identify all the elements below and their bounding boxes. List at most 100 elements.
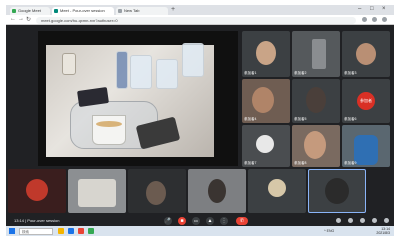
windows-start-icon[interactable] xyxy=(9,228,15,234)
page-favicon-icon xyxy=(118,9,122,13)
participant-tile[interactable]: 参加者4 xyxy=(242,79,290,123)
participant-tile[interactable] xyxy=(8,169,66,213)
mic-icon: 🎤 xyxy=(164,218,172,224)
more-icon: ⋮ xyxy=(221,218,227,224)
meet-favicon-icon xyxy=(54,9,58,13)
participant-video xyxy=(354,135,378,165)
activities-icon[interactable] xyxy=(372,218,377,223)
participant-name: 参加者8 xyxy=(294,161,307,165)
os-taskbar: 検索 ^ ENG 13:14 2021/8/3 xyxy=(6,226,394,236)
browser-tab-active[interactable]: Meet - Pour-over session xyxy=(52,7,114,15)
participant-video xyxy=(78,179,116,207)
app-icon[interactable] xyxy=(88,228,94,234)
clock-date: 2021/8/3 xyxy=(376,231,390,235)
host-controls-icon[interactable] xyxy=(384,218,389,223)
meet-favicon-icon xyxy=(12,9,16,13)
taskbar-search-placeholder: 検索 xyxy=(22,229,29,234)
participant-name: 参加者2 xyxy=(294,71,307,75)
participant-name: 参加者7 xyxy=(244,161,257,165)
extensions-icon[interactable] xyxy=(362,17,367,22)
hangup-icon: ✆ xyxy=(239,218,245,224)
leave-call-button[interactable]: ✆ xyxy=(236,217,248,225)
chat-icon[interactable] xyxy=(360,218,365,223)
video-bottle xyxy=(116,51,128,89)
profile-icon[interactable] xyxy=(372,17,377,22)
new-tab-button[interactable]: + xyxy=(171,6,175,13)
meeting-info: 13:14 | Pour-over session xyxy=(14,218,60,223)
video-jar xyxy=(62,53,76,75)
participant-video xyxy=(252,87,274,113)
participant-tile[interactable]: 参加者2 xyxy=(292,31,340,77)
participant-video xyxy=(306,87,326,113)
present-icon: ▲ xyxy=(207,218,213,224)
more-options-button[interactable]: ⋮ xyxy=(220,217,228,225)
participant-tile[interactable] xyxy=(128,169,186,213)
participant-video xyxy=(146,181,166,205)
edge-icon[interactable] xyxy=(68,228,74,234)
participant-tile[interactable]: 参加者3 xyxy=(342,31,390,77)
minimize-button[interactable]: – xyxy=(358,6,361,12)
participant-video xyxy=(325,178,349,204)
participant-tile[interactable] xyxy=(188,169,246,213)
file-explorer-icon[interactable] xyxy=(58,228,64,234)
taskbar-search[interactable]: 検索 xyxy=(19,227,53,235)
participant-video xyxy=(312,39,326,69)
close-window-button[interactable]: × xyxy=(382,6,386,12)
participant-tile[interactable]: 参加者5 xyxy=(292,79,340,123)
camera-icon: ■ xyxy=(180,218,184,224)
chrome-icon[interactable] xyxy=(78,228,84,234)
menu-icon[interactable] xyxy=(382,17,387,22)
participant-name: 参加者6 xyxy=(344,117,357,121)
browser-tab-strip: Google Meet Meet - Pour-over session New… xyxy=(6,5,394,15)
url-text: meet.google.com/hu-qxmn-rvn?authuser=0 xyxy=(41,17,118,23)
participant-tile[interactable] xyxy=(68,169,126,213)
pinned-video-tile[interactable] xyxy=(38,31,238,166)
captions-button[interactable]: CC xyxy=(192,217,200,225)
video-glass xyxy=(130,55,152,89)
tab-label: New Tab xyxy=(124,8,140,13)
camera-button[interactable]: ■ xyxy=(178,217,186,225)
present-button[interactable]: ▲ xyxy=(206,217,214,225)
taskbar-clock[interactable]: 13:14 2021/8/3 xyxy=(376,227,390,235)
participant-video xyxy=(268,179,286,197)
participant-tile[interactable]: 参加者7 xyxy=(242,125,290,167)
participant-avatar: 参加者 xyxy=(357,92,375,110)
video-cup xyxy=(92,115,126,145)
browser-toolbar: ← → ↻ meet.google.com/hu-qxmn-rvn?authus… xyxy=(6,15,394,25)
back-button[interactable]: ← xyxy=(10,16,16,22)
tab-label: Meet - Pour-over session xyxy=(60,8,105,13)
browser-tab[interactable]: New Tab xyxy=(116,7,168,15)
participant-tile[interactable]: 参加者1 xyxy=(242,31,290,77)
screen: Google Meet Meet - Pour-over session New… xyxy=(6,5,394,236)
participant-name: 参加者9 xyxy=(344,161,357,165)
participant-name: 参加者5 xyxy=(294,117,307,121)
participant-tile[interactable]: 参加者8 xyxy=(292,125,340,167)
participant-tile[interactable]: 参加者9 xyxy=(342,125,390,167)
participant-video xyxy=(208,179,226,203)
participant-video xyxy=(256,135,274,153)
meeting-stage: 参加者1 参加者2 参加者3 参加者4 参加者5 参加者 参加者6 参加者7 参… xyxy=(6,25,394,216)
video-glass xyxy=(156,59,178,89)
participant-tile[interactable] xyxy=(248,169,306,213)
participant-video xyxy=(256,41,276,65)
reload-button[interactable]: ↻ xyxy=(26,16,31,23)
address-bar[interactable]: meet.google.com/hu-qxmn-rvn?authuser=0 xyxy=(36,16,356,24)
browser-tab[interactable]: Google Meet xyxy=(10,7,50,15)
participant-video xyxy=(26,179,48,201)
system-tray[interactable]: ^ ENG xyxy=(324,229,334,233)
people-icon[interactable] xyxy=(348,218,353,223)
mic-button[interactable]: 🎤 xyxy=(164,217,172,225)
participant-name: 参加者1 xyxy=(244,71,257,75)
captions-icon: CC xyxy=(193,219,199,223)
info-icon[interactable] xyxy=(336,218,341,223)
video-glass xyxy=(182,43,204,77)
participant-name: 参加者3 xyxy=(344,71,357,75)
forward-button[interactable]: → xyxy=(18,16,24,22)
meeting-controls-bar: 13:14 | Pour-over session 🎤 ■ CC ▲ ⋮ ✆ xyxy=(6,216,394,226)
participant-video xyxy=(356,43,376,65)
participant-tile-self[interactable] xyxy=(308,169,366,213)
tab-label: Google Meet xyxy=(18,8,41,13)
maximize-button[interactable]: □ xyxy=(370,6,374,12)
participant-video xyxy=(304,131,326,159)
participant-tile[interactable]: 参加者 参加者6 xyxy=(342,79,390,123)
